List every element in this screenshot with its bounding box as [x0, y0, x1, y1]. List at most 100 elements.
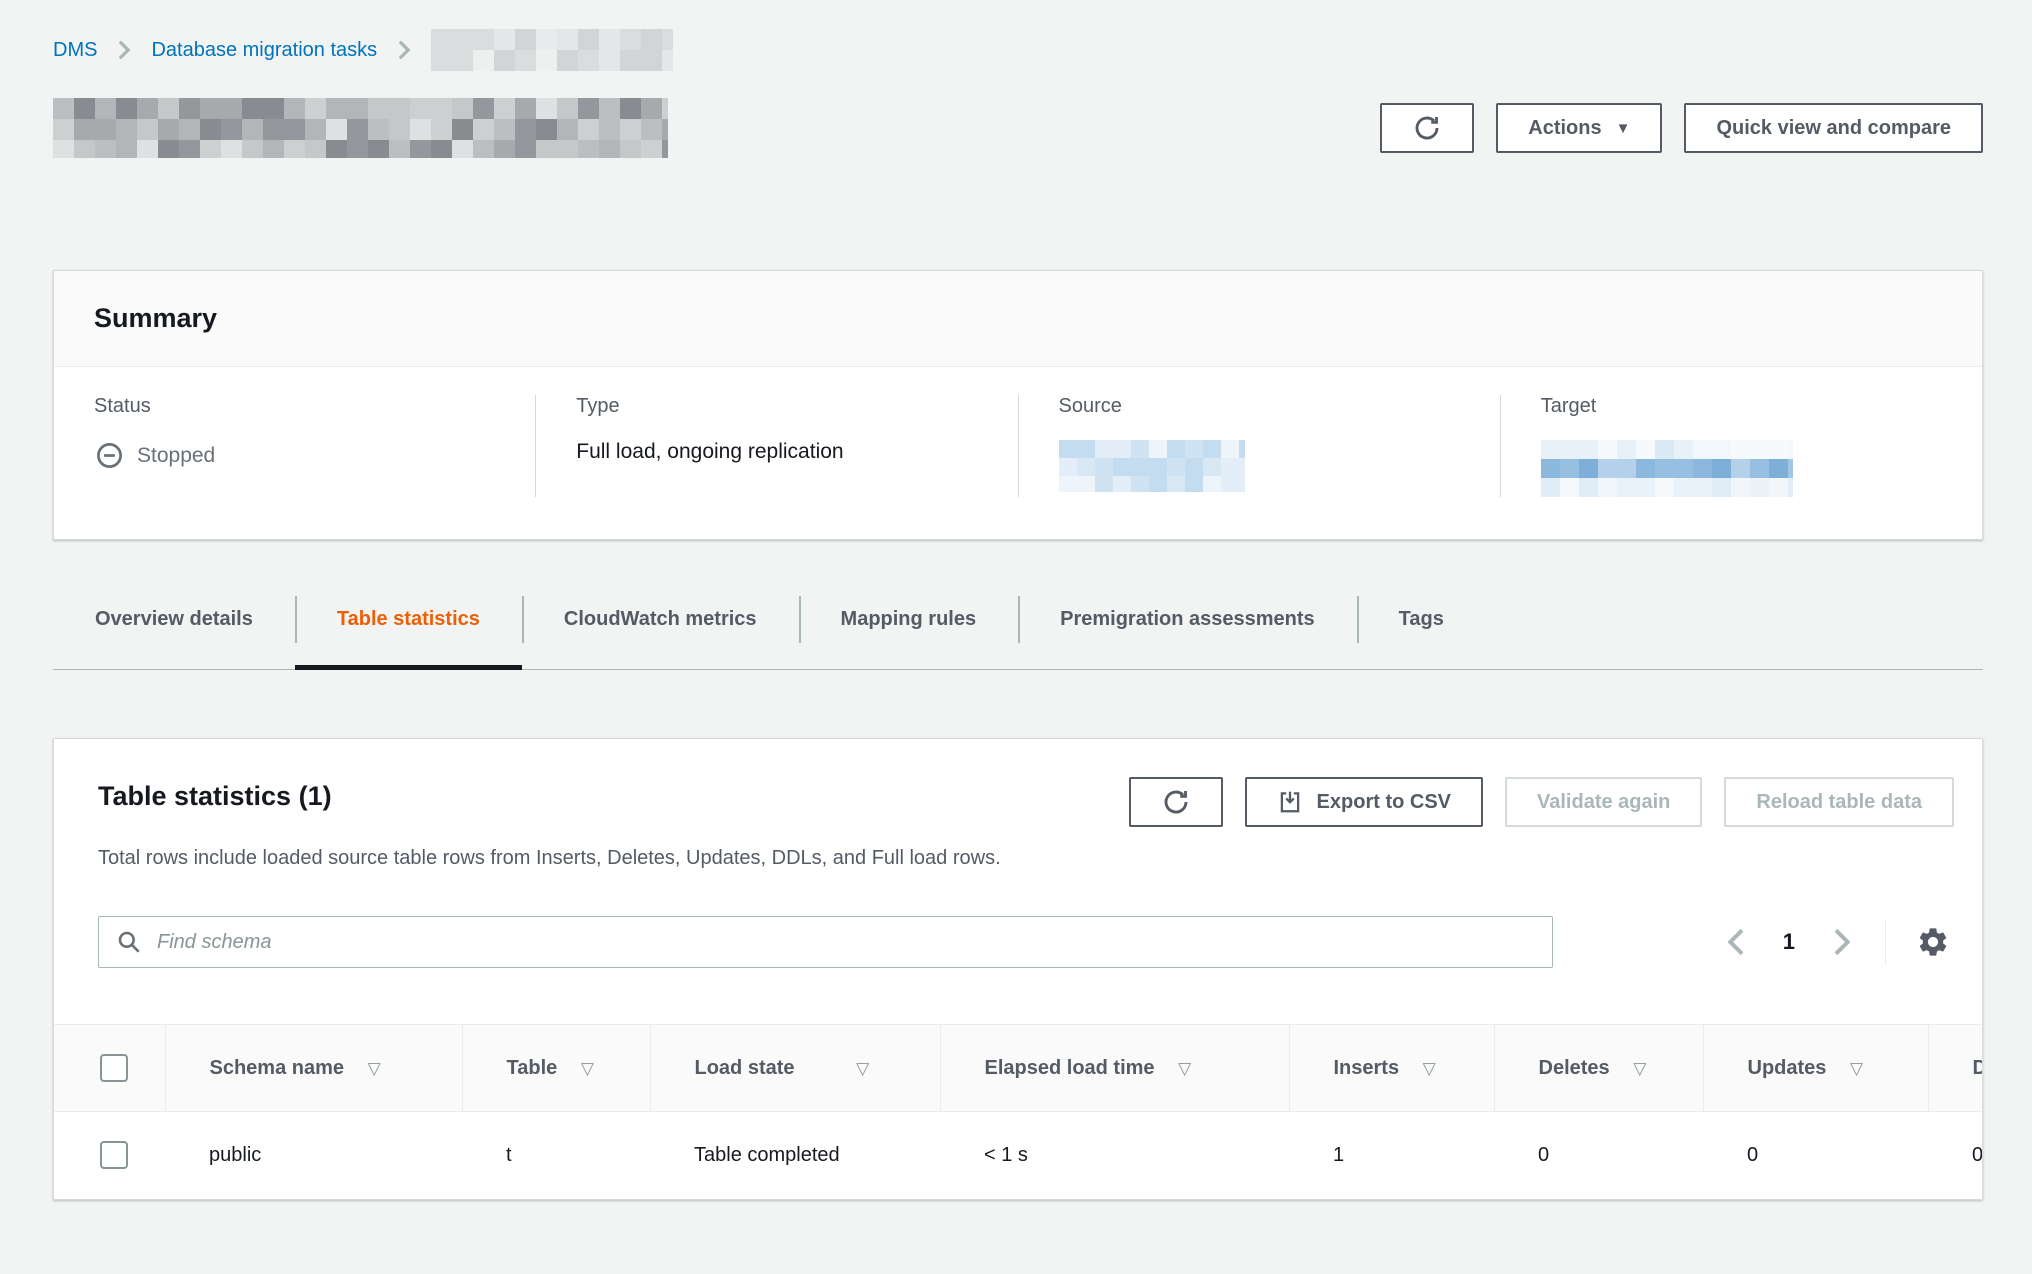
sort-icon[interactable]: ▽ [1850, 1059, 1863, 1078]
column-label: Elapsed load time [985, 1057, 1155, 1079]
find-schema-input[interactable] [98, 916, 1553, 968]
summary-card: Summary Status Stopped Type Full load, o… [53, 270, 1983, 540]
cell-updates: 0 [1703, 1112, 1928, 1199]
summary-col-type: Type Full load, ongoing replication [535, 395, 1017, 497]
cell-inserts: 1 [1289, 1112, 1494, 1199]
column-header-inserts[interactable]: Inserts ▽ [1289, 1025, 1494, 1112]
reload-table-data-label: Reload table data [1756, 791, 1922, 814]
column-header-ddls[interactable]: DDLs [1928, 1025, 1982, 1112]
previous-page-button[interactable] [1719, 921, 1755, 963]
tab-tags[interactable]: Tags [1357, 582, 1486, 669]
breadcrumb-link-tasks[interactable]: Database migration tasks [151, 39, 377, 62]
column-label: Table [507, 1057, 558, 1079]
actions-button-label: Actions [1528, 117, 1601, 140]
tab-mapping-rules[interactable]: Mapping rules [799, 582, 1019, 669]
cell-elapsed-load-time: < 1 s [940, 1112, 1289, 1199]
current-page-number: 1 [1783, 929, 1795, 955]
quick-view-label: Quick view and compare [1716, 117, 1951, 140]
cell-table: t [462, 1112, 650, 1199]
pagination: 1 [1719, 919, 1954, 965]
sort-icon[interactable]: ▽ [1633, 1059, 1646, 1078]
status-label: Status [94, 395, 505, 418]
statistics-table: Schema name ▽ Table ▽ Load state ▽ Ela [54, 1024, 1982, 1199]
column-label: Deletes [1539, 1057, 1610, 1079]
summary-col-source: Source [1018, 395, 1500, 497]
sort-icon[interactable]: ▽ [1423, 1059, 1436, 1078]
table-refresh-button[interactable] [1129, 777, 1223, 827]
export-csv-button[interactable]: Export to CSV [1245, 777, 1483, 827]
column-label: Load state [695, 1057, 795, 1079]
summary-card-header: Summary [54, 271, 1982, 367]
statistics-table-wrapper: Schema name ▽ Table ▽ Load state ▽ Ela [54, 1024, 1982, 1199]
status-text: Stopped [137, 444, 215, 468]
export-csv-label: Export to CSV [1317, 791, 1451, 814]
sort-icon[interactable]: ▽ [1178, 1059, 1191, 1078]
summary-col-target: Target [1500, 395, 1982, 497]
page-header: Actions ▼ Quick view and compare [53, 98, 1983, 158]
breadcrumb-chevron-icon [115, 39, 133, 61]
target-value-redacted[interactable] [1541, 440, 1793, 497]
tab-overview-details[interactable]: Overview details [53, 582, 295, 669]
tab-cloudwatch-metrics[interactable]: CloudWatch metrics [522, 582, 799, 669]
page-title-redacted [53, 98, 668, 158]
reload-table-data-button[interactable]: Reload table data [1724, 777, 1954, 827]
column-label: Schema name [210, 1057, 345, 1079]
column-label: DDLs [1973, 1057, 1983, 1079]
quick-view-compare-button[interactable]: Quick view and compare [1684, 103, 1983, 153]
summary-body: Status Stopped Type Full load, ongoing r… [54, 367, 1982, 539]
validate-again-label: Validate again [1537, 791, 1670, 814]
table-header-row: Schema name ▽ Table ▽ Load state ▽ Ela [54, 1025, 1982, 1112]
tab-premigration-assessments[interactable]: Premigration assessments [1018, 582, 1357, 669]
table-statistics-description: Total rows include loaded source table r… [98, 847, 1954, 870]
sort-icon[interactable]: ▽ [368, 1059, 381, 1078]
tab-table-statistics[interactable]: Table statistics [295, 582, 522, 669]
column-header-updates[interactable]: Updates ▽ [1703, 1025, 1928, 1112]
sort-icon[interactable]: ▽ [856, 1059, 869, 1078]
cell-load-state: Table completed [650, 1112, 940, 1199]
cell-schema-name: public [165, 1112, 462, 1199]
table-preferences-button[interactable] [1912, 921, 1954, 963]
schema-search [98, 916, 1553, 968]
refresh-button[interactable] [1380, 103, 1474, 153]
actions-button[interactable]: Actions ▼ [1496, 103, 1662, 153]
type-label: Type [576, 395, 987, 418]
gear-icon [1916, 925, 1950, 959]
dms-task-page: DMS Database migration tasks Actions ▼ [0, 0, 2032, 1200]
breadcrumb-link-dms[interactable]: DMS [53, 39, 97, 62]
cell-ddls: 0 [1928, 1112, 1982, 1199]
table-statistics-title: Table statistics (1) [98, 777, 332, 812]
column-label: Updates [1748, 1057, 1827, 1079]
refresh-icon [1161, 787, 1191, 817]
refresh-icon [1412, 113, 1442, 143]
chevron-right-icon [1829, 927, 1853, 957]
column-header-schema-name[interactable]: Schema name ▽ [165, 1025, 462, 1112]
column-label: Inserts [1334, 1057, 1400, 1079]
row-checkbox[interactable] [100, 1141, 128, 1169]
select-all-checkbox[interactable] [100, 1054, 128, 1082]
table-statistics-actions: Export to CSV Validate again Reload tabl… [1129, 777, 1954, 827]
column-header-table[interactable]: Table ▽ [462, 1025, 650, 1112]
summary-col-status: Status Stopped [54, 395, 535, 497]
column-header-deletes[interactable]: Deletes ▽ [1494, 1025, 1703, 1112]
validate-again-button[interactable]: Validate again [1505, 777, 1702, 827]
table-row: public t Table completed < 1 s 1 0 0 0 [54, 1112, 1982, 1199]
cell-deletes: 0 [1494, 1112, 1703, 1199]
column-header-load-state[interactable]: Load state ▽ [650, 1025, 940, 1112]
page-actions: Actions ▼ Quick view and compare [1380, 103, 1983, 153]
type-value: Full load, ongoing replication [576, 440, 987, 464]
task-tabs: Overview details Table statistics CloudW… [53, 582, 1983, 670]
breadcrumb: DMS Database migration tasks [53, 0, 1979, 70]
table-statistics-header: Table statistics (1) [54, 739, 1982, 870]
breadcrumb-redacted-task-name [431, 29, 673, 71]
table-controls-row: 1 [98, 916, 1954, 968]
download-icon [1277, 789, 1303, 815]
status-value: Stopped [94, 440, 505, 471]
source-label: Source [1059, 395, 1470, 418]
summary-title: Summary [94, 303, 1942, 334]
sort-icon[interactable]: ▽ [581, 1059, 594, 1078]
next-page-button[interactable] [1823, 921, 1859, 963]
source-value-redacted[interactable] [1059, 440, 1245, 492]
table-statistics-card: Table statistics (1) [53, 738, 1983, 1200]
column-header-elapsed-load-time[interactable]: Elapsed load time ▽ [940, 1025, 1289, 1112]
caret-down-icon: ▼ [1616, 121, 1631, 136]
